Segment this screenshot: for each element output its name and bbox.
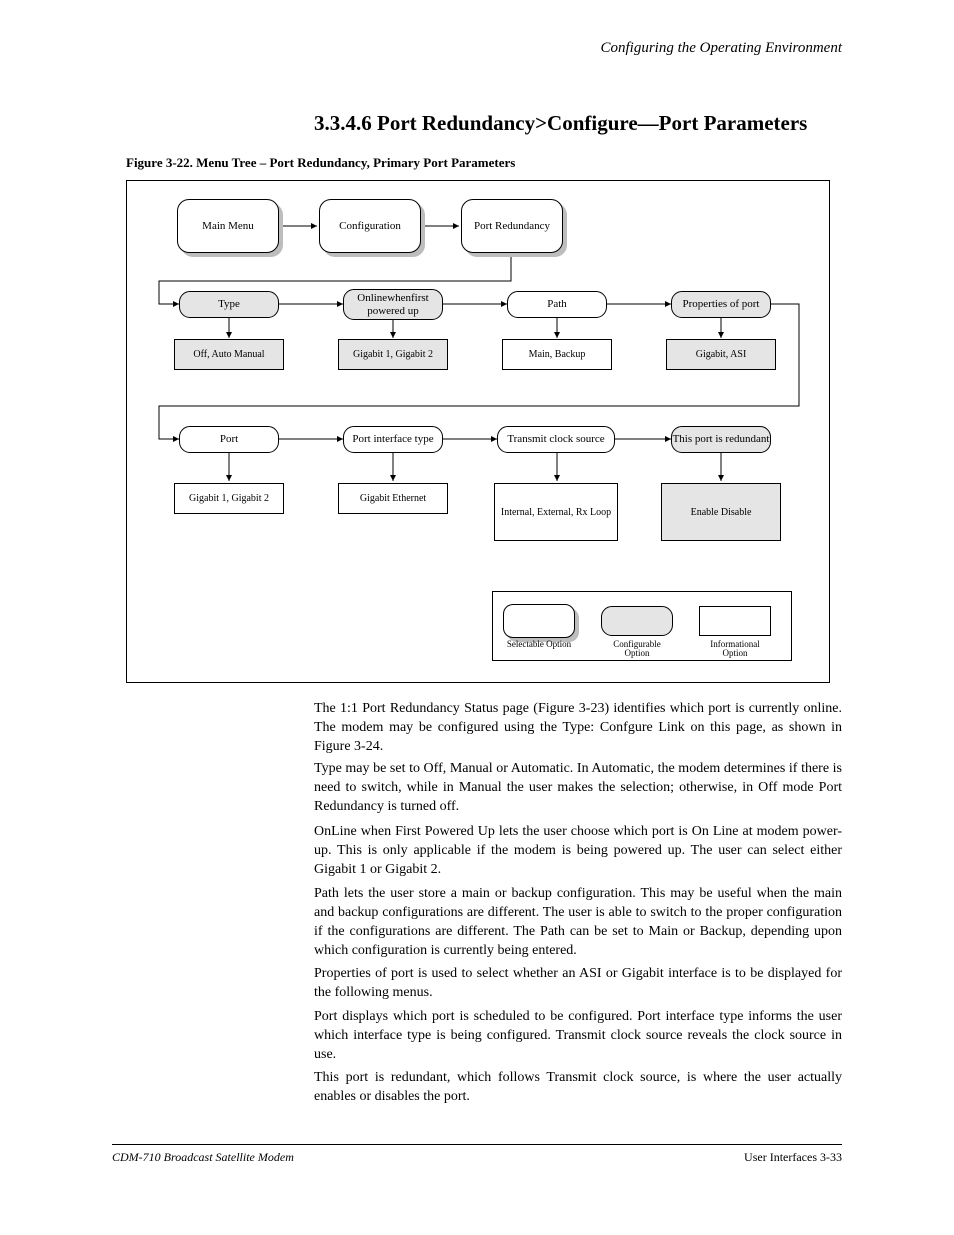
document-page: Configuring the Operating Environment 3.… [0, 0, 954, 1235]
flow-port: Port [179, 426, 279, 453]
legend-info-label: Informational Option [699, 640, 771, 659]
legend-box: Selectable Option Configurable Option In… [492, 591, 792, 661]
chapter-header: Configuring the Operating Environment [600, 40, 842, 57]
para-path: Path lets the user store a main or backu… [314, 885, 842, 961]
legend-configurable-swatch [601, 606, 673, 636]
section-title: 3.3.4.6 Port Redundancy>Configure—Port P… [314, 111, 807, 136]
opt-tx-clock: Internal, External, Rx Loop [494, 483, 618, 541]
opt-port: Gigabit 1, Gigabit 2 [174, 483, 284, 514]
flow-this-port-redundant: This port is redundant [671, 426, 771, 453]
flow-tx-clock: Transmit clock source [497, 426, 615, 453]
legend-selectable-swatch [503, 604, 575, 638]
flow-configuration: Configuration [319, 199, 421, 253]
footer-rule [112, 1144, 842, 1145]
legend-configurable-label: Configurable Option [601, 640, 673, 659]
para-this-port: This port is redundant, which follows Tr… [314, 1069, 842, 1107]
flow-type: Type [179, 291, 279, 318]
flow-main-menu: Main Menu [177, 199, 279, 253]
opt-path: Main, Backup [502, 339, 612, 370]
para-online: OnLine when First Powered Up lets the us… [314, 823, 842, 880]
opt-online: Gigabit 1, Gigabit 2 [338, 339, 448, 370]
flow-online-powerup: Onlinewhenfirst powered up [343, 289, 443, 320]
flow-port-if-type: Port interface type [343, 426, 443, 453]
para-type: Type may be set to Off, Manual or Automa… [314, 760, 842, 817]
flow-properties-of-port: Properties of port [671, 291, 771, 318]
opt-type: Off, Auto Manual [174, 339, 284, 370]
flow-port-redundancy: Port Redundancy [461, 199, 563, 253]
opt-this-port-redundant: Enable Disable [661, 483, 781, 541]
footer-right: User Interfaces 3-33 [744, 1150, 842, 1165]
legend-selectable-label: Selectable Option [503, 640, 575, 649]
para-properties-of-port: Properties of port is used to select whe… [314, 965, 842, 1003]
footer-left: CDM-710 Broadcast Satellite Modem [112, 1150, 294, 1165]
opt-port-if-type: Gigabit Ethernet [338, 483, 448, 514]
para-port-clock: Port displays which port is scheduled to… [314, 1008, 842, 1065]
opt-properties: Gigabit, ASI [666, 339, 776, 370]
flow-path: Path [507, 291, 607, 318]
figure-caption: Figure 3-22. Menu Tree – Port Redundancy… [126, 155, 515, 171]
legend-info-swatch [699, 606, 771, 636]
para-overview: The 1:1 Port Redundancy Status page (Fig… [314, 700, 842, 757]
figure-box: Main Menu Configuration Port Redundancy … [126, 180, 830, 683]
